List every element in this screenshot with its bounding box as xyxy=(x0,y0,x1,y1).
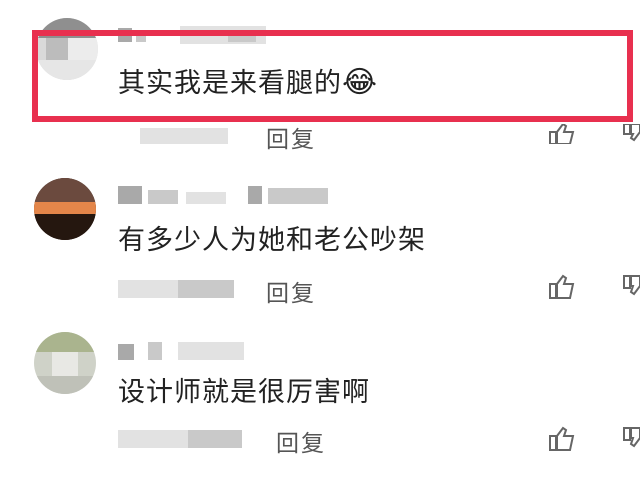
thumbs-down-icon[interactable] xyxy=(622,274,640,300)
reply-button[interactable]: 回复 xyxy=(266,274,316,308)
thumbs-up-icon[interactable] xyxy=(548,426,576,452)
timestamp-blurred xyxy=(140,124,230,146)
comment-text: 设计师就是很厉害啊 xyxy=(118,377,370,408)
username-blurred[interactable] xyxy=(118,340,248,362)
thumbs-up-icon[interactable] xyxy=(548,274,576,300)
highlight-box xyxy=(32,30,633,122)
timestamp-blurred xyxy=(118,278,234,300)
thumbs-down-icon[interactable] xyxy=(622,124,640,144)
username-blurred[interactable] xyxy=(118,184,338,206)
comment-text: 有多少人为她和老公吵架 xyxy=(118,225,426,256)
avatar[interactable] xyxy=(34,332,96,394)
thumbs-up-icon[interactable] xyxy=(548,124,576,144)
avatar[interactable] xyxy=(34,178,96,240)
reply-button[interactable]: 回复 xyxy=(276,424,326,458)
comment-item-3: 设计师就是很厉害啊 回复 xyxy=(0,310,640,480)
reply-button[interactable]: 回复 xyxy=(266,120,316,154)
thumbs-down-icon[interactable] xyxy=(622,426,640,452)
comment-item-2: 有多少人为她和老公吵架 回复 xyxy=(0,160,640,310)
timestamp-blurred xyxy=(118,428,242,450)
